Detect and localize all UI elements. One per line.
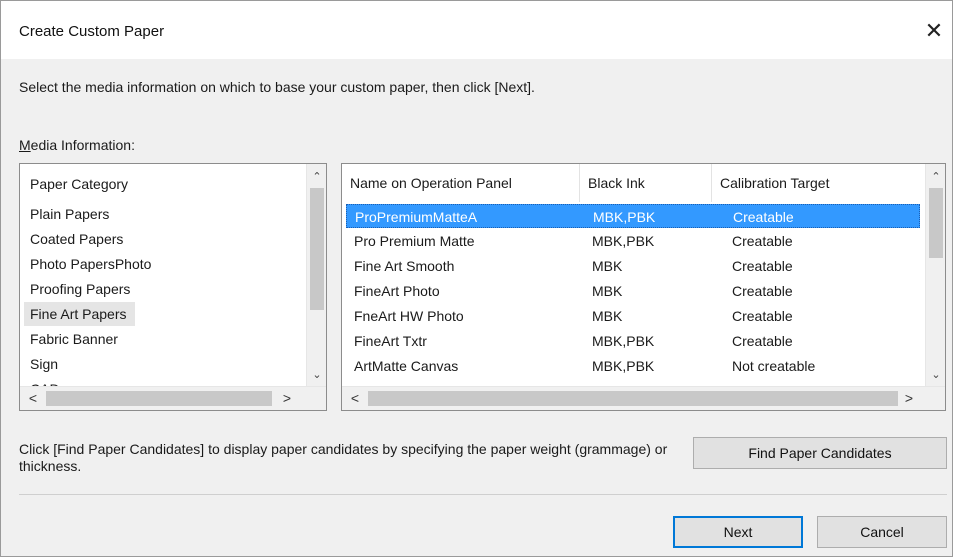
close-icon: ✕ xyxy=(924,18,944,43)
media-name-table[interactable]: Name on Operation Panel Black Ink Calibr… xyxy=(341,163,946,411)
calibration-target-cell: Creatable xyxy=(733,209,794,225)
scroll-down-arrow-icon[interactable]: ⌄ xyxy=(307,364,326,384)
paper-category-item[interactable]: Sign xyxy=(24,352,58,376)
black-ink-cell: MBK xyxy=(592,283,623,299)
media-information-label: Media Information: xyxy=(19,137,135,153)
media-scroll-thumb[interactable] xyxy=(929,188,943,258)
calibration-target-cell: Not creatable xyxy=(732,358,816,374)
black-ink-cell: MBK xyxy=(592,308,623,324)
black-ink-cell: MBK,PBK xyxy=(592,358,655,374)
paper-category-item[interactable]: Proofing Papers xyxy=(24,277,130,301)
media-table-row[interactable]: ArtMatte Canvas MBK,PBK Not creatable xyxy=(346,354,920,378)
media-hscroll-thumb[interactable] xyxy=(368,391,898,406)
black-ink-cell: MBK,PBK xyxy=(592,233,655,249)
paper-category-item[interactable]: Plain Papers xyxy=(24,202,109,226)
category-hscroll-thumb[interactable] xyxy=(46,391,272,406)
media-name-cell: ArtMatte Canvas xyxy=(354,358,459,374)
column-header-calibration-target[interactable]: Calibration Target xyxy=(712,164,925,202)
paper-category-item[interactable]: Fine Art Papers xyxy=(24,302,135,326)
calibration-target-cell: Creatable xyxy=(732,258,793,274)
media-label-accelerator: M xyxy=(19,137,31,153)
paper-category-item[interactable]: Coated Papers xyxy=(24,227,123,251)
scroll-right-arrow-icon[interactable]: > xyxy=(898,387,920,409)
media-name-cell: ProPremiumMatteA xyxy=(355,209,478,225)
scroll-left-arrow-icon[interactable]: < xyxy=(344,387,366,409)
scroll-left-arrow-icon[interactable]: < xyxy=(22,387,44,409)
instruction-text: Select the media information on which to… xyxy=(19,79,535,95)
category-scroll-thumb[interactable] xyxy=(310,188,324,310)
category-vertical-scrollbar[interactable]: ⌃ ⌄ xyxy=(306,164,326,386)
paper-category-item[interactable]: Photo PapersPhoto xyxy=(24,252,151,276)
scroll-up-arrow-icon[interactable]: ⌃ xyxy=(307,166,326,186)
media-name-cell: Pro Premium Matte xyxy=(354,233,475,249)
close-button[interactable]: ✕ xyxy=(916,13,952,49)
media-label-rest: edia Information: xyxy=(30,137,135,153)
paper-category-item[interactable]: Fabric Banner xyxy=(24,327,118,351)
media-vertical-scrollbar[interactable]: ⌃ ⌄ xyxy=(925,164,945,386)
column-header-black-ink[interactable]: Black Ink xyxy=(580,164,712,202)
create-custom-paper-dialog: Create Custom Paper ✕ Select the media i… xyxy=(0,0,953,557)
calibration-target-cell: Creatable xyxy=(732,283,793,299)
column-header-name[interactable]: Name on Operation Panel xyxy=(342,164,580,202)
calibration-target-cell: Creatable xyxy=(732,308,793,324)
media-horizontal-scrollbar[interactable]: < > xyxy=(342,386,945,410)
scroll-down-arrow-icon[interactable]: ⌄ xyxy=(926,364,945,384)
media-table-row[interactable]: FneArt HW Photo MBK Creatable xyxy=(346,304,920,328)
media-table-row[interactable]: FineArt Txtr MBK,PBK Creatable xyxy=(346,329,920,353)
cancel-button[interactable]: Cancel xyxy=(817,516,947,548)
title-bar: Create Custom Paper ✕ xyxy=(1,1,952,59)
media-table-header: Name on Operation Panel Black Ink Calibr… xyxy=(342,164,925,202)
find-paper-candidates-button[interactable]: Find Paper Candidates xyxy=(693,437,947,469)
media-name-cell: Fine Art Smooth xyxy=(354,258,455,274)
find-candidates-hint: Click [Find Paper Candidates] to display… xyxy=(19,441,668,474)
paper-category-items: Paper Category Plain Papers Coated Papers… xyxy=(20,164,304,397)
scroll-up-arrow-icon[interactable]: ⌃ xyxy=(926,166,945,186)
media-name-cell: FineArt Txtr xyxy=(354,333,427,349)
next-button[interactable]: Next xyxy=(673,516,803,548)
category-horizontal-scrollbar[interactable]: < > xyxy=(20,386,326,410)
calibration-target-cell: Creatable xyxy=(732,333,793,349)
black-ink-cell: MBK xyxy=(592,258,623,274)
media-table-row[interactable]: Pro Premium Matte MBK,PBK Creatable xyxy=(346,229,920,253)
paper-category-header: Paper Category xyxy=(30,176,129,192)
media-table-row[interactable]: Fine Art Smooth MBK Creatable xyxy=(346,254,920,278)
paper-category-list[interactable]: Paper Category Plain Papers Coated Papers… xyxy=(19,163,327,411)
scroll-right-arrow-icon[interactable]: > xyxy=(276,387,298,409)
media-table-row[interactable]: ProPremiumMatteA MBK,PBK Creatable xyxy=(346,204,920,228)
media-name-cell: FineArt Photo xyxy=(354,283,440,299)
media-name-cell: FneArt HW Photo xyxy=(354,308,464,324)
black-ink-cell: MBK,PBK xyxy=(592,333,655,349)
separator-line xyxy=(19,494,947,495)
dialog-title: Create Custom Paper xyxy=(19,23,165,40)
calibration-target-cell: Creatable xyxy=(732,233,793,249)
media-table-row[interactable]: FineArt Photo MBK Creatable xyxy=(346,279,920,303)
black-ink-cell: MBK,PBK xyxy=(593,209,656,225)
